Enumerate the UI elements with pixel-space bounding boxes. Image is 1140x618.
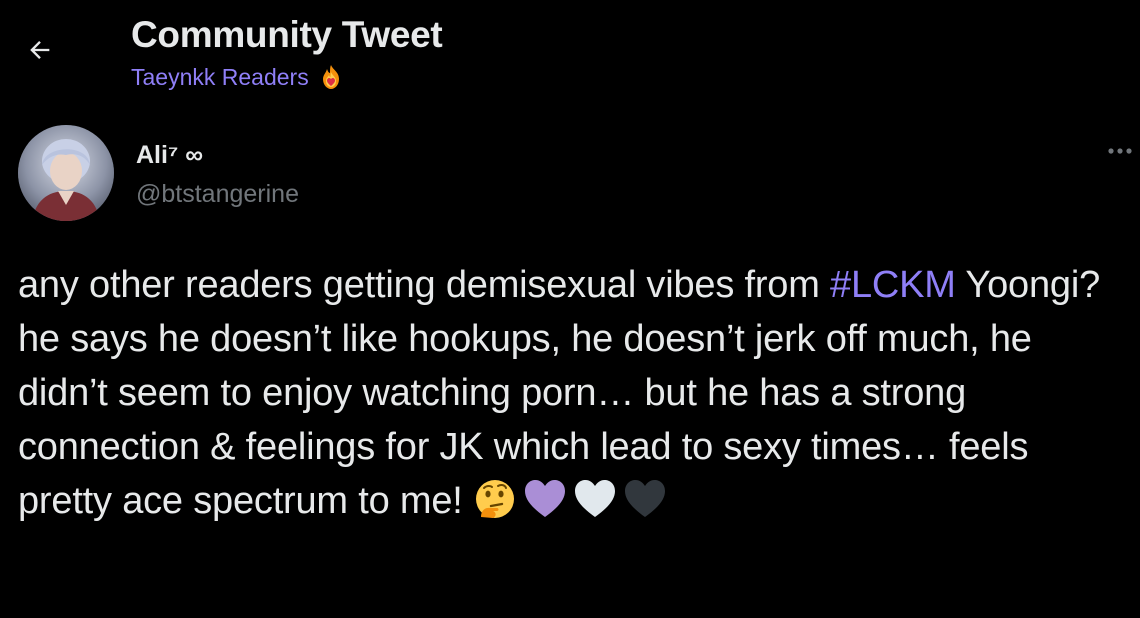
tweet-text: any other readers getting demisexual vib…	[18, 258, 1128, 528]
black-heart-icon	[623, 477, 667, 521]
author-display-name[interactable]: Ali⁷ ∞	[136, 141, 203, 170]
community-link[interactable]: Taeynkk Readers	[131, 63, 345, 91]
hashtag-link[interactable]: #LCKM	[830, 264, 956, 306]
fire-heart-icon	[317, 63, 345, 91]
page-title: Community Tweet	[131, 14, 443, 55]
author-handle[interactable]: @btstangerine	[136, 180, 299, 209]
more-options-button[interactable]	[1100, 139, 1140, 163]
tweet-author: Ali⁷ ∞ @btstangerine	[18, 125, 1140, 225]
purple-heart-icon	[523, 477, 567, 521]
user-avatar-image	[18, 125, 114, 221]
thinking-face-icon	[473, 477, 517, 521]
header-bar: Community Tweet Taeynkk Readers	[0, 0, 1140, 110]
tweet-text-part: any other readers getting demisexual vib…	[18, 264, 831, 306]
more-horizontal-icon	[1108, 148, 1132, 154]
community-name: Taeynkk Readers	[131, 63, 309, 90]
back-button[interactable]	[18, 28, 62, 72]
avatar[interactable]	[18, 125, 114, 221]
white-heart-icon	[573, 477, 617, 521]
arrow-left-icon	[30, 41, 50, 59]
